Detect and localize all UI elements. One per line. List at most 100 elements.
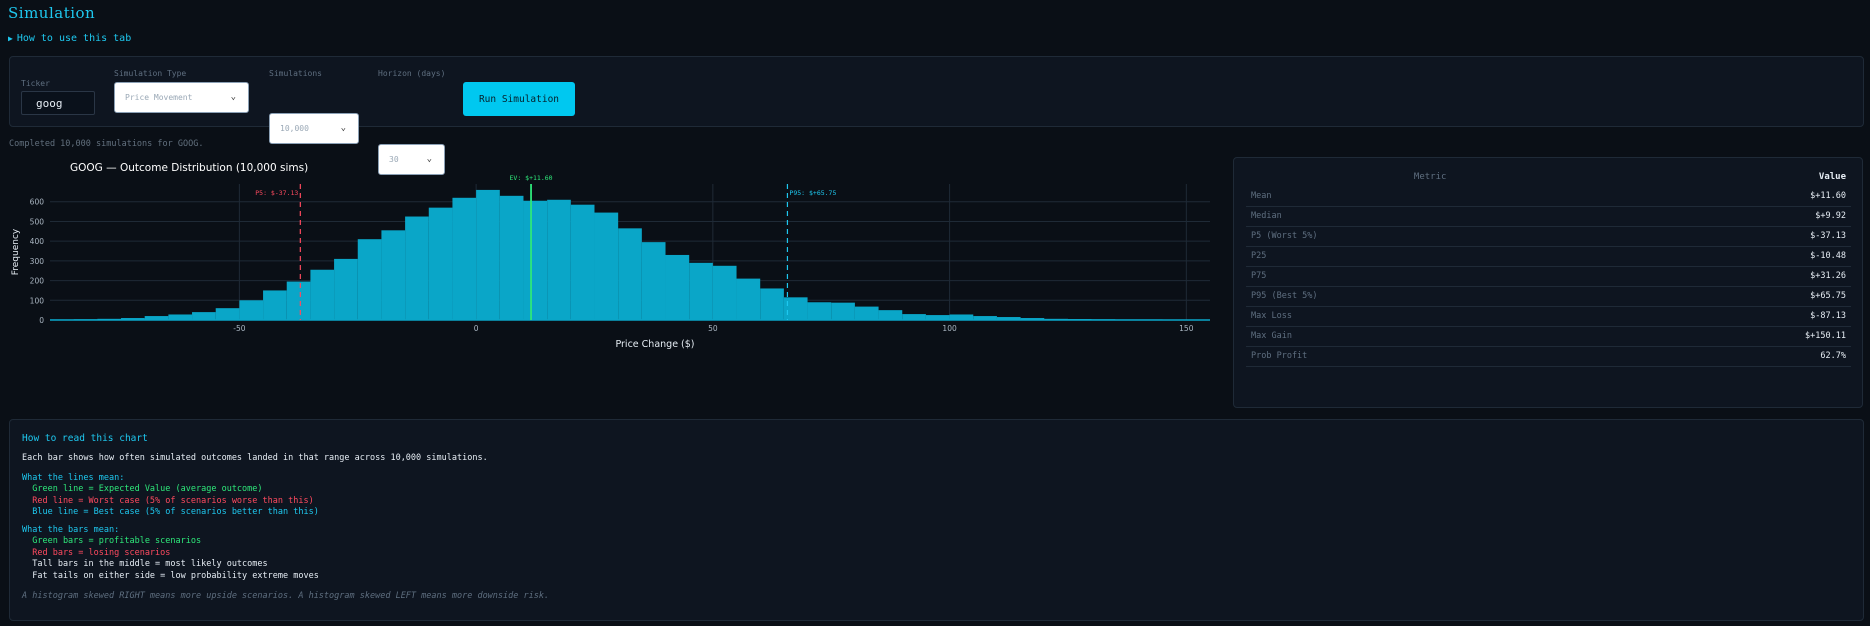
stat-value: $-37.13: [1614, 226, 1851, 247]
marker-label-p5: P5: $-37.13: [255, 189, 298, 197]
histogram-bar: [523, 200, 548, 320]
stat-metric: Max Gain: [1246, 326, 1615, 347]
histogram-bar: [357, 239, 382, 320]
stats-row: Max Gain $+150.11: [1246, 326, 1851, 347]
explain-heading: How to read this chart: [22, 433, 148, 444]
metric-header: Metric: [1413, 172, 1447, 182]
y-tick-label: 100: [30, 296, 45, 305]
stat-metric: P95 (Best 5%): [1246, 286, 1615, 307]
stat-metric: P75: [1246, 266, 1615, 287]
chevron-down-icon: ⌄: [340, 123, 346, 133]
stat-metric: Mean: [1246, 186, 1615, 207]
histogram-bar: [641, 242, 666, 320]
histogram-bar: [902, 314, 926, 320]
bar-green-text: Green bars = profitable scenarios: [22, 536, 202, 546]
stats-table: Metric Value Mean $+11.60 Median $+9.92 P5 (…: [1246, 168, 1851, 367]
stat-value: $+9.92: [1614, 206, 1851, 227]
histogram-bar: [878, 310, 903, 320]
stat-value: 62.7%: [1614, 346, 1851, 367]
stats-row: Prob Profit 62.7%: [1246, 346, 1851, 367]
histogram-bar: [215, 308, 240, 320]
stats-row: Mean $+11.60: [1246, 186, 1851, 207]
y-tick-label: 500: [30, 217, 45, 226]
explain-footer: A histogram skewed RIGHT means more upsi…: [22, 591, 550, 601]
horizon-label: Horizon (days): [378, 69, 446, 78]
ticker-input[interactable]: [21, 91, 95, 115]
stats-row: P25 $-10.48: [1246, 246, 1851, 267]
histogram-bar: [239, 300, 264, 320]
marker-label-p95: P95: $+65.75: [789, 189, 836, 197]
histogram-bar: [665, 254, 690, 320]
stat-metric: Prob Profit: [1246, 346, 1615, 367]
simulations-value: 10,000: [280, 124, 309, 133]
histogram-chart: 0 100 200 300 400 500 600 -50 0 50 100 150 P5: $-37.…: [11, 175, 1210, 350]
chevron-down-icon: ⌄: [230, 92, 236, 102]
stats-panel: Metric Value Mean $+11.60 Median $+9.92 P5 (…: [1233, 157, 1863, 408]
histogram-bar: [854, 306, 879, 320]
how-to-label: How to use this tab: [16, 33, 132, 44]
ticker-label: Ticker: [21, 79, 50, 88]
histogram-bar: [760, 288, 784, 320]
x-tick-label: 150: [1179, 324, 1194, 333]
histogram-bar: [831, 302, 855, 320]
stat-metric: P5 (Worst 5%): [1246, 226, 1615, 247]
sim-type-label: Simulation Type: [114, 69, 187, 78]
stat-metric: Max Loss: [1246, 306, 1615, 327]
horizon-select[interactable]: 30 ⌄: [378, 144, 445, 175]
explain-intro: Each bar shows how often simulated outco…: [22, 453, 488, 463]
stats-row: P75 $+31.26: [1246, 266, 1851, 287]
histogram-bar: [949, 314, 974, 320]
stat-value: $+150.11: [1614, 326, 1851, 347]
triangle-right-icon: ▶: [8, 34, 13, 43]
histogram-bar: [712, 265, 737, 320]
histogram-bar: [310, 269, 335, 320]
stat-metric: Median: [1246, 206, 1615, 227]
histogram-bar: [476, 189, 500, 320]
value-header: Value: [1818, 172, 1846, 182]
stat-value: $+11.60: [1614, 186, 1851, 207]
histogram-bar: [783, 297, 808, 320]
x-tick-label: -50: [233, 324, 245, 333]
bar-red-text: Red bars = losing scenarios: [22, 548, 171, 558]
how-to-toggle[interactable]: ▶ How to use this tab: [8, 33, 131, 44]
stat-metric: P25: [1246, 246, 1615, 267]
chart-title: GOOG — Outcome Distribution (10,000 sims…: [70, 162, 309, 174]
horizon-value: 30: [389, 155, 399, 164]
stat-value: $+31.26: [1614, 266, 1851, 287]
lines-heading: What the lines mean:: [22, 473, 125, 483]
y-tick-label: 400: [30, 237, 45, 246]
histogram-bar: [736, 278, 761, 320]
histogram-bar: [286, 281, 311, 320]
stats-row: Median $+9.92: [1246, 206, 1851, 227]
histogram-bar: [547, 199, 571, 320]
x-tick-label: 0: [474, 324, 479, 333]
histogram-bar: [334, 258, 358, 320]
page-title: Simulation: [8, 4, 96, 22]
stats-row: Max Loss $-87.13: [1246, 306, 1851, 327]
bar-fat-text: Fat tails on either side = low probabili…: [22, 571, 319, 581]
histogram-bar: [570, 204, 595, 320]
line-blue-text: Blue line = Best case (5% of scenarios b…: [22, 507, 319, 517]
histogram-bar: [689, 262, 713, 320]
y-tick-label: 0: [39, 316, 44, 325]
histogram-bar: [428, 207, 453, 320]
explain-panel: How to read this chart Each bar shows ho…: [9, 419, 1864, 621]
x-tick-label: 50: [708, 324, 718, 333]
histogram-bar: [594, 212, 619, 320]
line-red-text: Red line = Worst case (5% of scenarios w…: [22, 496, 314, 506]
y-tick-label: 300: [30, 257, 45, 266]
stats-row: P95 (Best 5%) $+65.75: [1246, 286, 1851, 307]
sim-type-value: Price Movement: [125, 93, 193, 102]
histogram-bar: [807, 302, 832, 320]
stats-row: P5 (Worst 5%) $-37.13: [1246, 226, 1851, 247]
histogram-bar: [263, 290, 287, 320]
stat-value: $-10.48: [1614, 246, 1851, 267]
histogram-bar: [168, 314, 193, 320]
histogram-bar: [452, 197, 477, 320]
sim-type-select[interactable]: Price Movement ⌄: [114, 82, 249, 113]
run-simulation-button[interactable]: Run Simulation: [463, 82, 575, 116]
x-tick-label: 100: [942, 324, 957, 333]
y-tick-label: 200: [30, 277, 45, 286]
simulations-select[interactable]: 10,000 ⌄: [269, 113, 359, 144]
bars-heading: What the bars mean:: [22, 525, 120, 535]
